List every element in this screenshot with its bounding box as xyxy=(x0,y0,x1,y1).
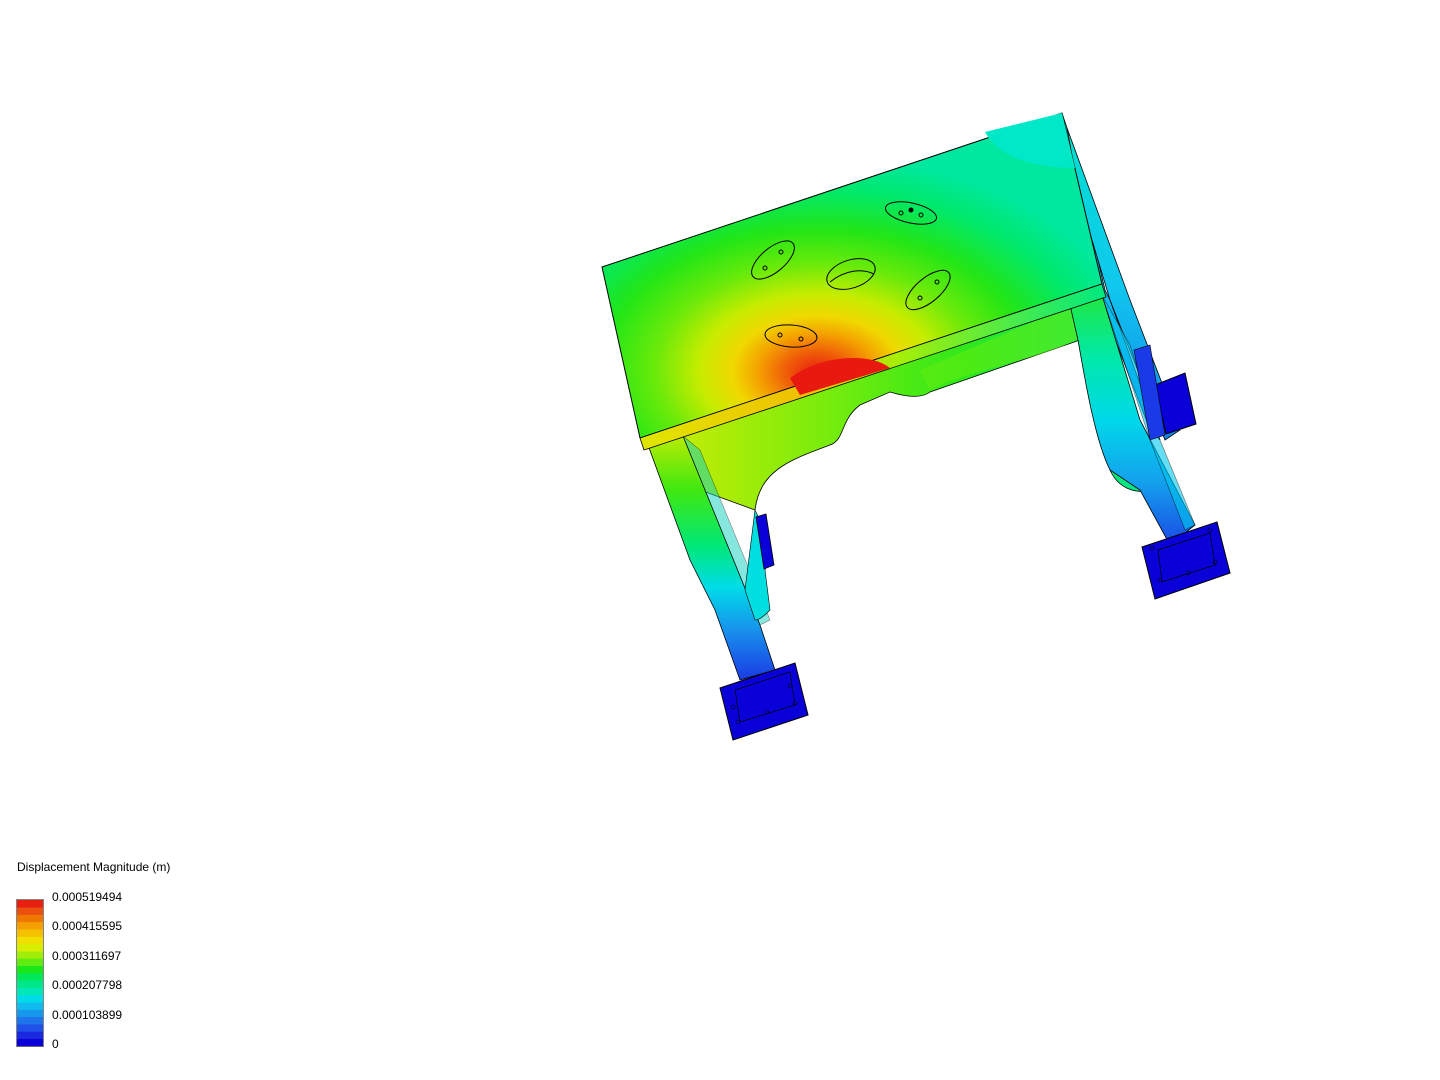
legend-swatch xyxy=(17,1016,43,1025)
legend-swatch xyxy=(17,929,43,937)
legend-swatch xyxy=(17,951,43,959)
legend-swatch xyxy=(17,994,43,1003)
legend-swatch xyxy=(17,1002,43,1010)
legend-swatch xyxy=(17,1009,43,1018)
legend-swatch xyxy=(17,965,43,974)
legend-swatch xyxy=(17,958,43,966)
legend-swatch xyxy=(17,943,43,952)
legend-color-bar xyxy=(16,899,44,1047)
legend-swatch xyxy=(17,936,43,945)
legend-swatch xyxy=(17,900,43,908)
legend-label-min: 0 xyxy=(52,1037,59,1051)
legend-label-1: 0.000103899 xyxy=(52,1008,123,1022)
legend-swatch xyxy=(17,973,43,981)
legend-swatch xyxy=(17,921,43,930)
legend-title: Displacement Magnitude (m) xyxy=(17,860,171,874)
legend-label-2: 0.000207798 xyxy=(52,978,123,992)
color-legend: Displacement Magnitude (m) 0.000519494 0… xyxy=(16,858,256,1058)
legend-label-4: 0.000415595 xyxy=(52,919,123,933)
legend-swatch xyxy=(17,1038,43,1047)
legend-swatch xyxy=(17,1031,43,1039)
legend-swatch xyxy=(17,987,43,996)
legend-swatch xyxy=(17,1024,43,1032)
foot-front-left xyxy=(719,662,809,741)
legend-label-3: 0.000311697 xyxy=(52,949,122,963)
legend-swatch xyxy=(17,907,43,915)
legend-swatch xyxy=(17,914,43,923)
foot-front-right xyxy=(1141,521,1231,600)
legend-label-max: 0.000519494 xyxy=(52,890,123,904)
legend-swatch xyxy=(17,980,43,988)
